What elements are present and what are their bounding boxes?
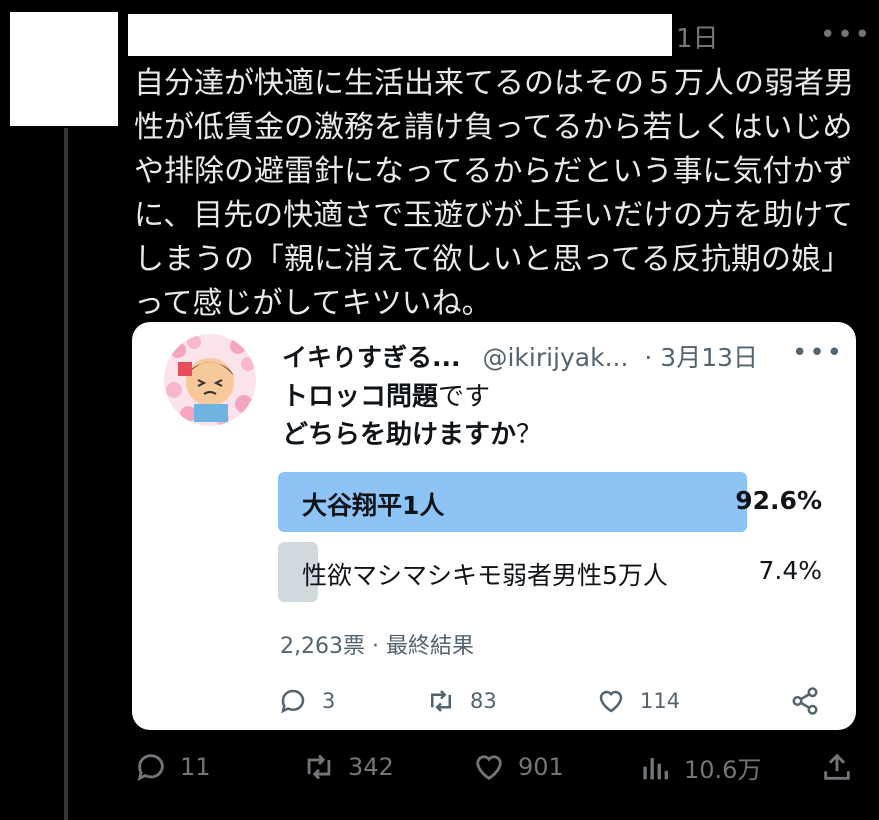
upload-share-icon — [824, 753, 850, 780]
tweet-text: 自分達が快適に生活出来てるのはその５万人の弱者男性が低賃金の激務を請け負ってるか… — [134, 66, 854, 321]
avatar[interactable] — [10, 12, 118, 126]
quoted-like-button[interactable]: 114 — [596, 686, 680, 716]
quoted-reply-count: 3 — [322, 689, 336, 713]
heart-icon — [599, 690, 623, 713]
quoted-text-bold-2: どちらを助けますか — [282, 420, 517, 450]
poll-meta: 2,263票 · 最終結果 — [280, 628, 474, 660]
views-chart-icon — [643, 757, 669, 779]
quoted-share-button[interactable] — [790, 686, 820, 716]
user-name-redacted[interactable] — [128, 14, 672, 56]
share-button[interactable] — [820, 750, 854, 784]
views-button[interactable]: 10.6万 — [638, 750, 761, 785]
more-options-icon[interactable]: ••• — [820, 20, 872, 50]
quoted-more-icon[interactable]: ••• — [792, 338, 844, 368]
poll-separator: · — [371, 634, 379, 659]
quoted-text-rest-1: です — [438, 382, 491, 412]
quoted-like-count: 114 — [640, 689, 681, 713]
heart-icon — [476, 755, 502, 781]
retweet-icon — [431, 690, 451, 712]
reply-icon — [281, 689, 305, 714]
retweet-button[interactable]: 342 — [302, 750, 394, 784]
quoted-text-rest-2: ？ — [516, 420, 543, 450]
quoted-date[interactable]: · 3月13日 — [644, 343, 758, 372]
like-count: 901 — [518, 753, 564, 781]
poll-votes: 2,263票 — [280, 634, 365, 659]
views-count: 10.6万 — [684, 756, 762, 784]
tweet-actions: 11 342 901 10.6万 — [134, 750, 858, 790]
quoted-avatar[interactable] — [164, 334, 256, 426]
quoted-user-name[interactable]: イキりすぎる... — [282, 343, 461, 372]
tweet-time[interactable]: 1日 — [676, 18, 719, 55]
quoted-tweet-card[interactable]: イキりすぎる... @ikirijyak... · 3月13日 ••• トロッコ… — [132, 322, 856, 730]
like-button[interactable]: 901 — [472, 750, 564, 784]
poll-option-label: 性欲マシマシキモ弱者男性5万人 — [302, 561, 668, 590]
poll-status: 最終結果 — [385, 634, 474, 659]
poll-option-percent: 7.4% — [758, 556, 822, 585]
thread-line — [64, 128, 68, 820]
tweet-screen: 1日 ••• 自分達が快適に生活出来てるのはその５万人の弱者男性が低賃金の激務を… — [0, 0, 879, 820]
share-icon — [792, 687, 818, 715]
quoted-retweet-count: 83 — [470, 689, 497, 713]
quoted-user-handle[interactable]: @ikirijyak... — [482, 343, 628, 372]
poll-option-percent: 92.6% — [735, 486, 822, 515]
retweet-icon — [307, 754, 331, 780]
poll-option-label: 大谷翔平1人 — [302, 491, 445, 520]
quoted-text-bold-1: トロッコ問題 — [282, 382, 439, 412]
quoted-text-line-1: トロッコ問題です — [282, 378, 542, 416]
quoted-text-line-2: どちらを助けますか？ — [282, 416, 542, 454]
quoted-avatar-illustration — [164, 334, 256, 426]
quoted-text: トロッコ問題です どちらを助けますか？ — [282, 378, 542, 454]
poll-option: 性欲マシマシキモ弱者男性5万人 7.4% — [278, 542, 822, 602]
reply-button[interactable]: 11 — [134, 750, 211, 784]
quoted-header: イキりすぎる... @ikirijyak... · 3月13日 — [282, 338, 758, 374]
poll-option: 大谷翔平1人 92.6% — [278, 472, 822, 532]
reply-count: 11 — [180, 753, 211, 781]
quoted-retweet-button[interactable]: 83 — [426, 686, 497, 716]
quoted-actions: 3 83 114 — [278, 686, 830, 722]
retweet-count: 342 — [348, 753, 394, 781]
quoted-reply-button[interactable]: 3 — [278, 686, 335, 716]
reply-icon — [137, 754, 164, 781]
